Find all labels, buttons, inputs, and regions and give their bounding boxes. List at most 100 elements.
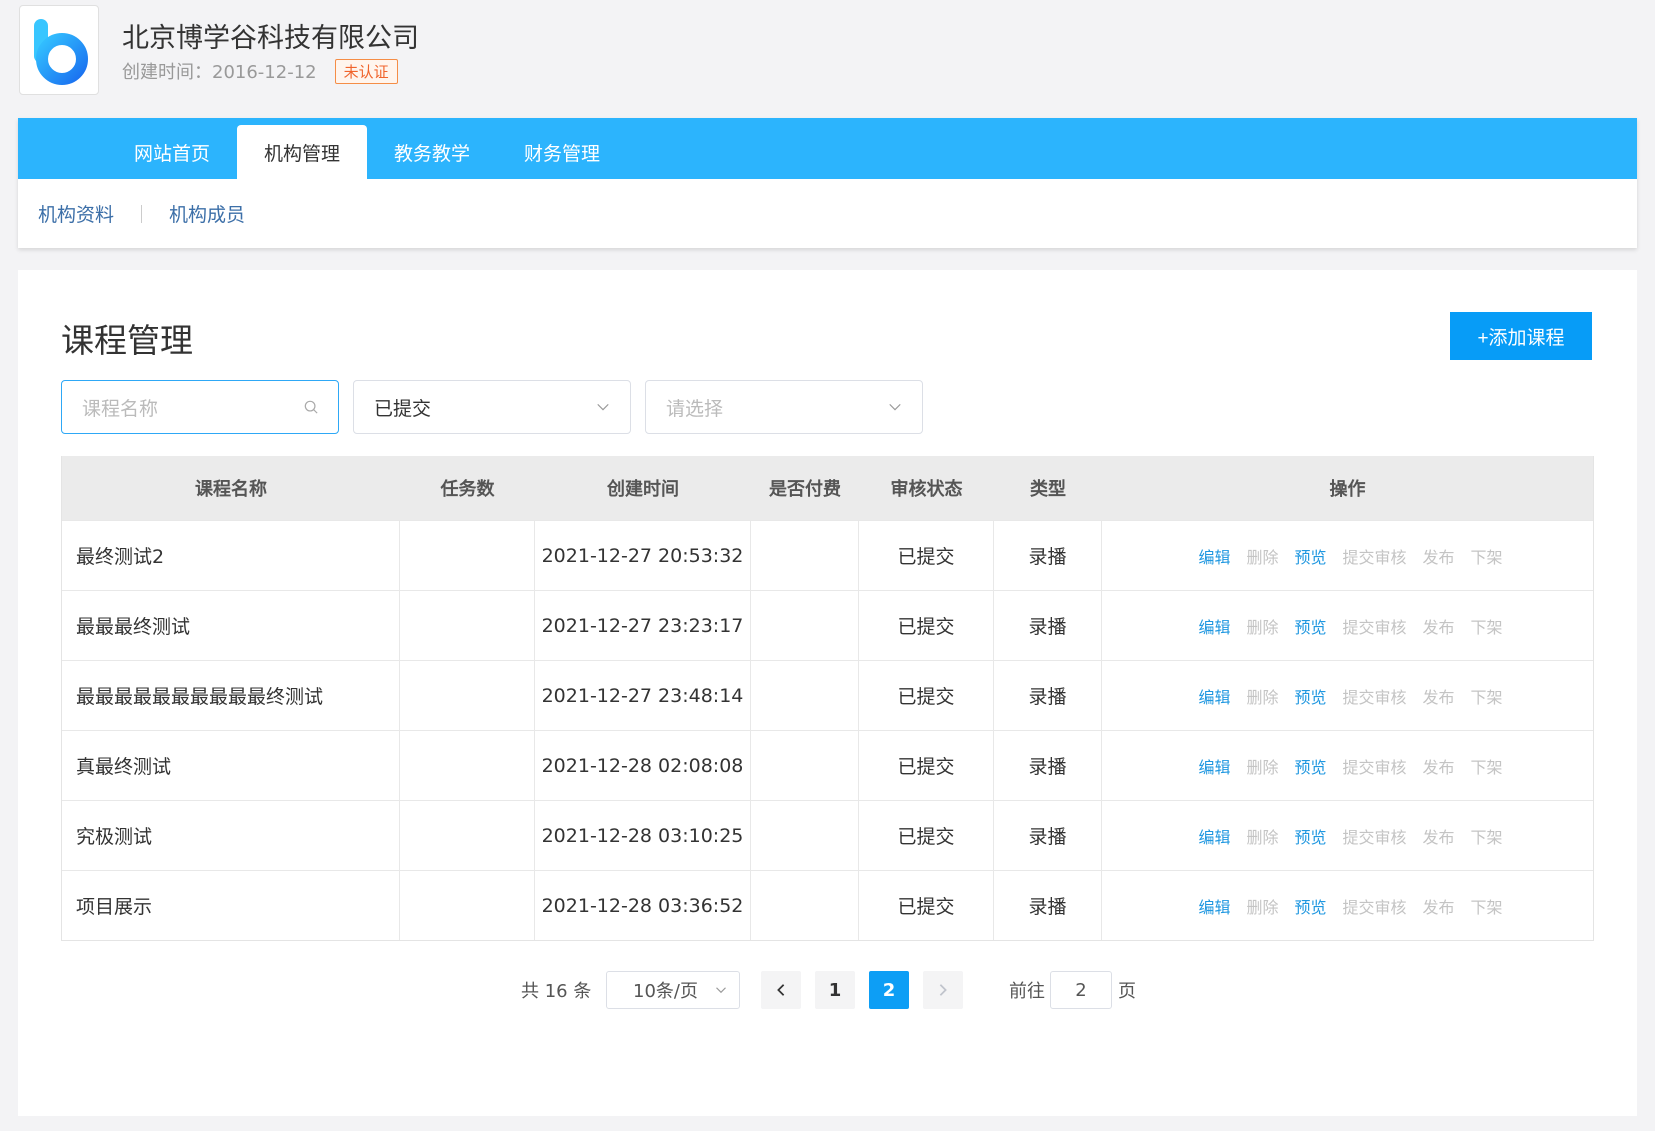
task-count-cell bbox=[400, 661, 535, 730]
submit-review-action[interactable]: 提交审核 bbox=[1343, 614, 1407, 638]
submit-review-action[interactable]: 提交审核 bbox=[1343, 544, 1407, 568]
paid-cell bbox=[751, 521, 859, 590]
chevron-right-icon bbox=[939, 984, 947, 996]
type-select[interactable]: 请选择 bbox=[645, 380, 923, 434]
submit-review-action[interactable]: 提交审核 bbox=[1343, 754, 1407, 778]
course-name-search-input[interactable]: 课程名称 bbox=[61, 380, 339, 434]
submit-review-action[interactable]: 提交审核 bbox=[1343, 684, 1407, 708]
delete-action[interactable]: 删除 bbox=[1246, 824, 1278, 848]
actions-cell: 编辑 删除 预览 提交审核 发布 下架 bbox=[1102, 871, 1593, 940]
unpublish-action[interactable]: 下架 bbox=[1471, 544, 1503, 568]
type-cell: 录播 bbox=[994, 591, 1102, 660]
actions-cell: 编辑 删除 预览 提交审核 发布 下架 bbox=[1102, 801, 1593, 870]
type-cell: 录播 bbox=[994, 801, 1102, 870]
next-page-button[interactable] bbox=[923, 971, 963, 1009]
edit-action[interactable]: 编辑 bbox=[1198, 894, 1230, 918]
table-row: 究极测试 2021-12-28 03:10:25 已提交 录播 编辑 删除 预览 提交审核 发布… bbox=[62, 800, 1593, 870]
tab-teaching[interactable]: 教务教学 bbox=[367, 125, 497, 179]
org-created-date: 创建时间：2016-12-12 bbox=[122, 62, 317, 83]
unpublish-action[interactable]: 下架 bbox=[1471, 894, 1503, 918]
course-name-cell: 项目展示 bbox=[62, 871, 400, 940]
col-course-name: 课程名称 bbox=[195, 479, 267, 500]
sub-nav-org-info[interactable]: 机构资料 bbox=[38, 200, 114, 227]
delete-action[interactable]: 删除 bbox=[1246, 614, 1278, 638]
edit-action[interactable]: 编辑 bbox=[1198, 544, 1230, 568]
sub-nav-org-members[interactable]: 机构成员 bbox=[169, 200, 245, 227]
status-select-value: 已提交 bbox=[374, 397, 432, 420]
table-body: 最终测试2 2021-12-27 20:53:32 已提交 录播 编辑 删除 预览 提交审核发… bbox=[62, 520, 1593, 940]
col-paid: 是否付费 bbox=[769, 479, 841, 500]
course-name-cell: 最最最终测试 bbox=[62, 591, 400, 660]
preview-action[interactable]: 预览 bbox=[1294, 824, 1326, 848]
page-button-2[interactable]: 2 bbox=[869, 971, 909, 1009]
prev-page-button[interactable] bbox=[761, 971, 801, 1009]
unpublish-action[interactable]: 下架 bbox=[1471, 824, 1503, 848]
task-count-cell bbox=[400, 871, 535, 940]
course-name-cell: 最终测试2 bbox=[62, 521, 400, 590]
tab-org-management[interactable]: 机构管理 bbox=[237, 125, 367, 179]
publish-action[interactable]: 发布 bbox=[1423, 754, 1455, 778]
publish-action[interactable]: 发布 bbox=[1423, 544, 1455, 568]
page-button-1[interactable]: 1 bbox=[815, 971, 855, 1009]
type-cell: 录播 bbox=[994, 871, 1102, 940]
paid-cell bbox=[751, 731, 859, 800]
unpublish-action[interactable]: 下架 bbox=[1471, 684, 1503, 708]
row-actions: 编辑 删除 预览 提交审核 发布 下架 bbox=[1192, 754, 1502, 778]
page-size-select[interactable]: 10条/页 bbox=[606, 971, 740, 1009]
goto-page-input[interactable]: 2 bbox=[1050, 971, 1112, 1009]
col-actions: 操作 bbox=[1329, 479, 1366, 500]
main-nav: 网站首页 机构管理 教务教学 财务管理 机构资料 机构成员 bbox=[18, 118, 1637, 248]
edit-action[interactable]: 编辑 bbox=[1198, 614, 1230, 638]
col-type: 类型 bbox=[1030, 479, 1066, 500]
preview-action[interactable]: 预览 bbox=[1294, 894, 1326, 918]
task-count-cell bbox=[400, 521, 535, 590]
status-select[interactable]: 已提交 bbox=[353, 380, 631, 434]
tab-finance[interactable]: 财务管理 bbox=[497, 125, 627, 179]
paid-cell bbox=[751, 801, 859, 870]
publish-action[interactable]: 发布 bbox=[1423, 684, 1455, 708]
preview-action[interactable]: 预览 bbox=[1294, 754, 1326, 778]
page-title: 课程管理 bbox=[61, 321, 193, 360]
unpublish-action[interactable]: 下架 bbox=[1471, 754, 1503, 778]
delete-action[interactable]: 删除 bbox=[1246, 684, 1278, 708]
edit-action[interactable]: 编辑 bbox=[1198, 754, 1230, 778]
col-task-count: 任务数 bbox=[440, 479, 495, 500]
delete-action[interactable]: 删除 bbox=[1246, 894, 1278, 918]
preview-action[interactable]: 预览 bbox=[1294, 614, 1326, 638]
table-row: 项目展示 2021-12-28 03:36:52 已提交 录播 编辑 删除 预览 提交审核 发布… bbox=[62, 870, 1593, 940]
table-row: 最终测试2 2021-12-27 20:53:32 已提交 录播 编辑 删除 预览 提交审核发… bbox=[62, 520, 1593, 590]
org-logo bbox=[19, 5, 99, 95]
goto-label: 前往 bbox=[1009, 981, 1045, 1002]
publish-action[interactable]: 发布 bbox=[1423, 614, 1455, 638]
chevron-down-icon bbox=[716, 987, 726, 994]
submit-review-action[interactable]: 提交审核 bbox=[1343, 894, 1407, 918]
delete-action[interactable]: 删除 bbox=[1246, 754, 1278, 778]
paid-cell bbox=[751, 661, 859, 730]
chevron-down-icon bbox=[889, 403, 901, 411]
publish-action[interactable]: 发布 bbox=[1423, 824, 1455, 848]
unpublish-action[interactable]: 下架 bbox=[1471, 614, 1503, 638]
course-panel: 课程管理 +添加课程 课程名称 已提交 请选择 课程名称 任务数 创建时间 是否… bbox=[18, 270, 1637, 1116]
delete-action[interactable]: 删除 bbox=[1246, 544, 1278, 568]
row-actions: 编辑 删除 预览 提交审核 发布 下架 bbox=[1192, 684, 1502, 708]
review-status-cell: 已提交 bbox=[859, 521, 994, 590]
chevron-down-icon bbox=[597, 403, 609, 411]
add-course-button[interactable]: +添加课程 bbox=[1450, 312, 1592, 360]
preview-action[interactable]: 预览 bbox=[1294, 544, 1326, 568]
row-actions: 编辑 删除 预览 提交审核 发布 下架 bbox=[1192, 614, 1502, 638]
created-time-cell: 2021-12-27 23:23:17 bbox=[535, 591, 751, 660]
review-status-cell: 已提交 bbox=[859, 801, 994, 870]
chevron-left-icon bbox=[777, 984, 785, 996]
tab-home[interactable]: 网站首页 bbox=[107, 125, 237, 179]
publish-action[interactable]: 发布 bbox=[1423, 894, 1455, 918]
type-select-placeholder: 请选择 bbox=[666, 397, 724, 420]
edit-action[interactable]: 编辑 bbox=[1198, 684, 1230, 708]
row-actions: 编辑 删除 预览 提交审核 发布 下架 bbox=[1192, 544, 1502, 568]
submit-review-action[interactable]: 提交审核 bbox=[1343, 824, 1407, 848]
created-time-cell: 2021-12-27 23:48:14 bbox=[535, 661, 751, 730]
review-status-cell: 已提交 bbox=[859, 591, 994, 660]
edit-action[interactable]: 编辑 bbox=[1198, 824, 1230, 848]
search-placeholder: 课程名称 bbox=[82, 397, 159, 420]
actions-cell: 编辑 删除 预览 提交审核 发布 下架 bbox=[1102, 591, 1593, 660]
preview-action[interactable]: 预览 bbox=[1294, 684, 1326, 708]
